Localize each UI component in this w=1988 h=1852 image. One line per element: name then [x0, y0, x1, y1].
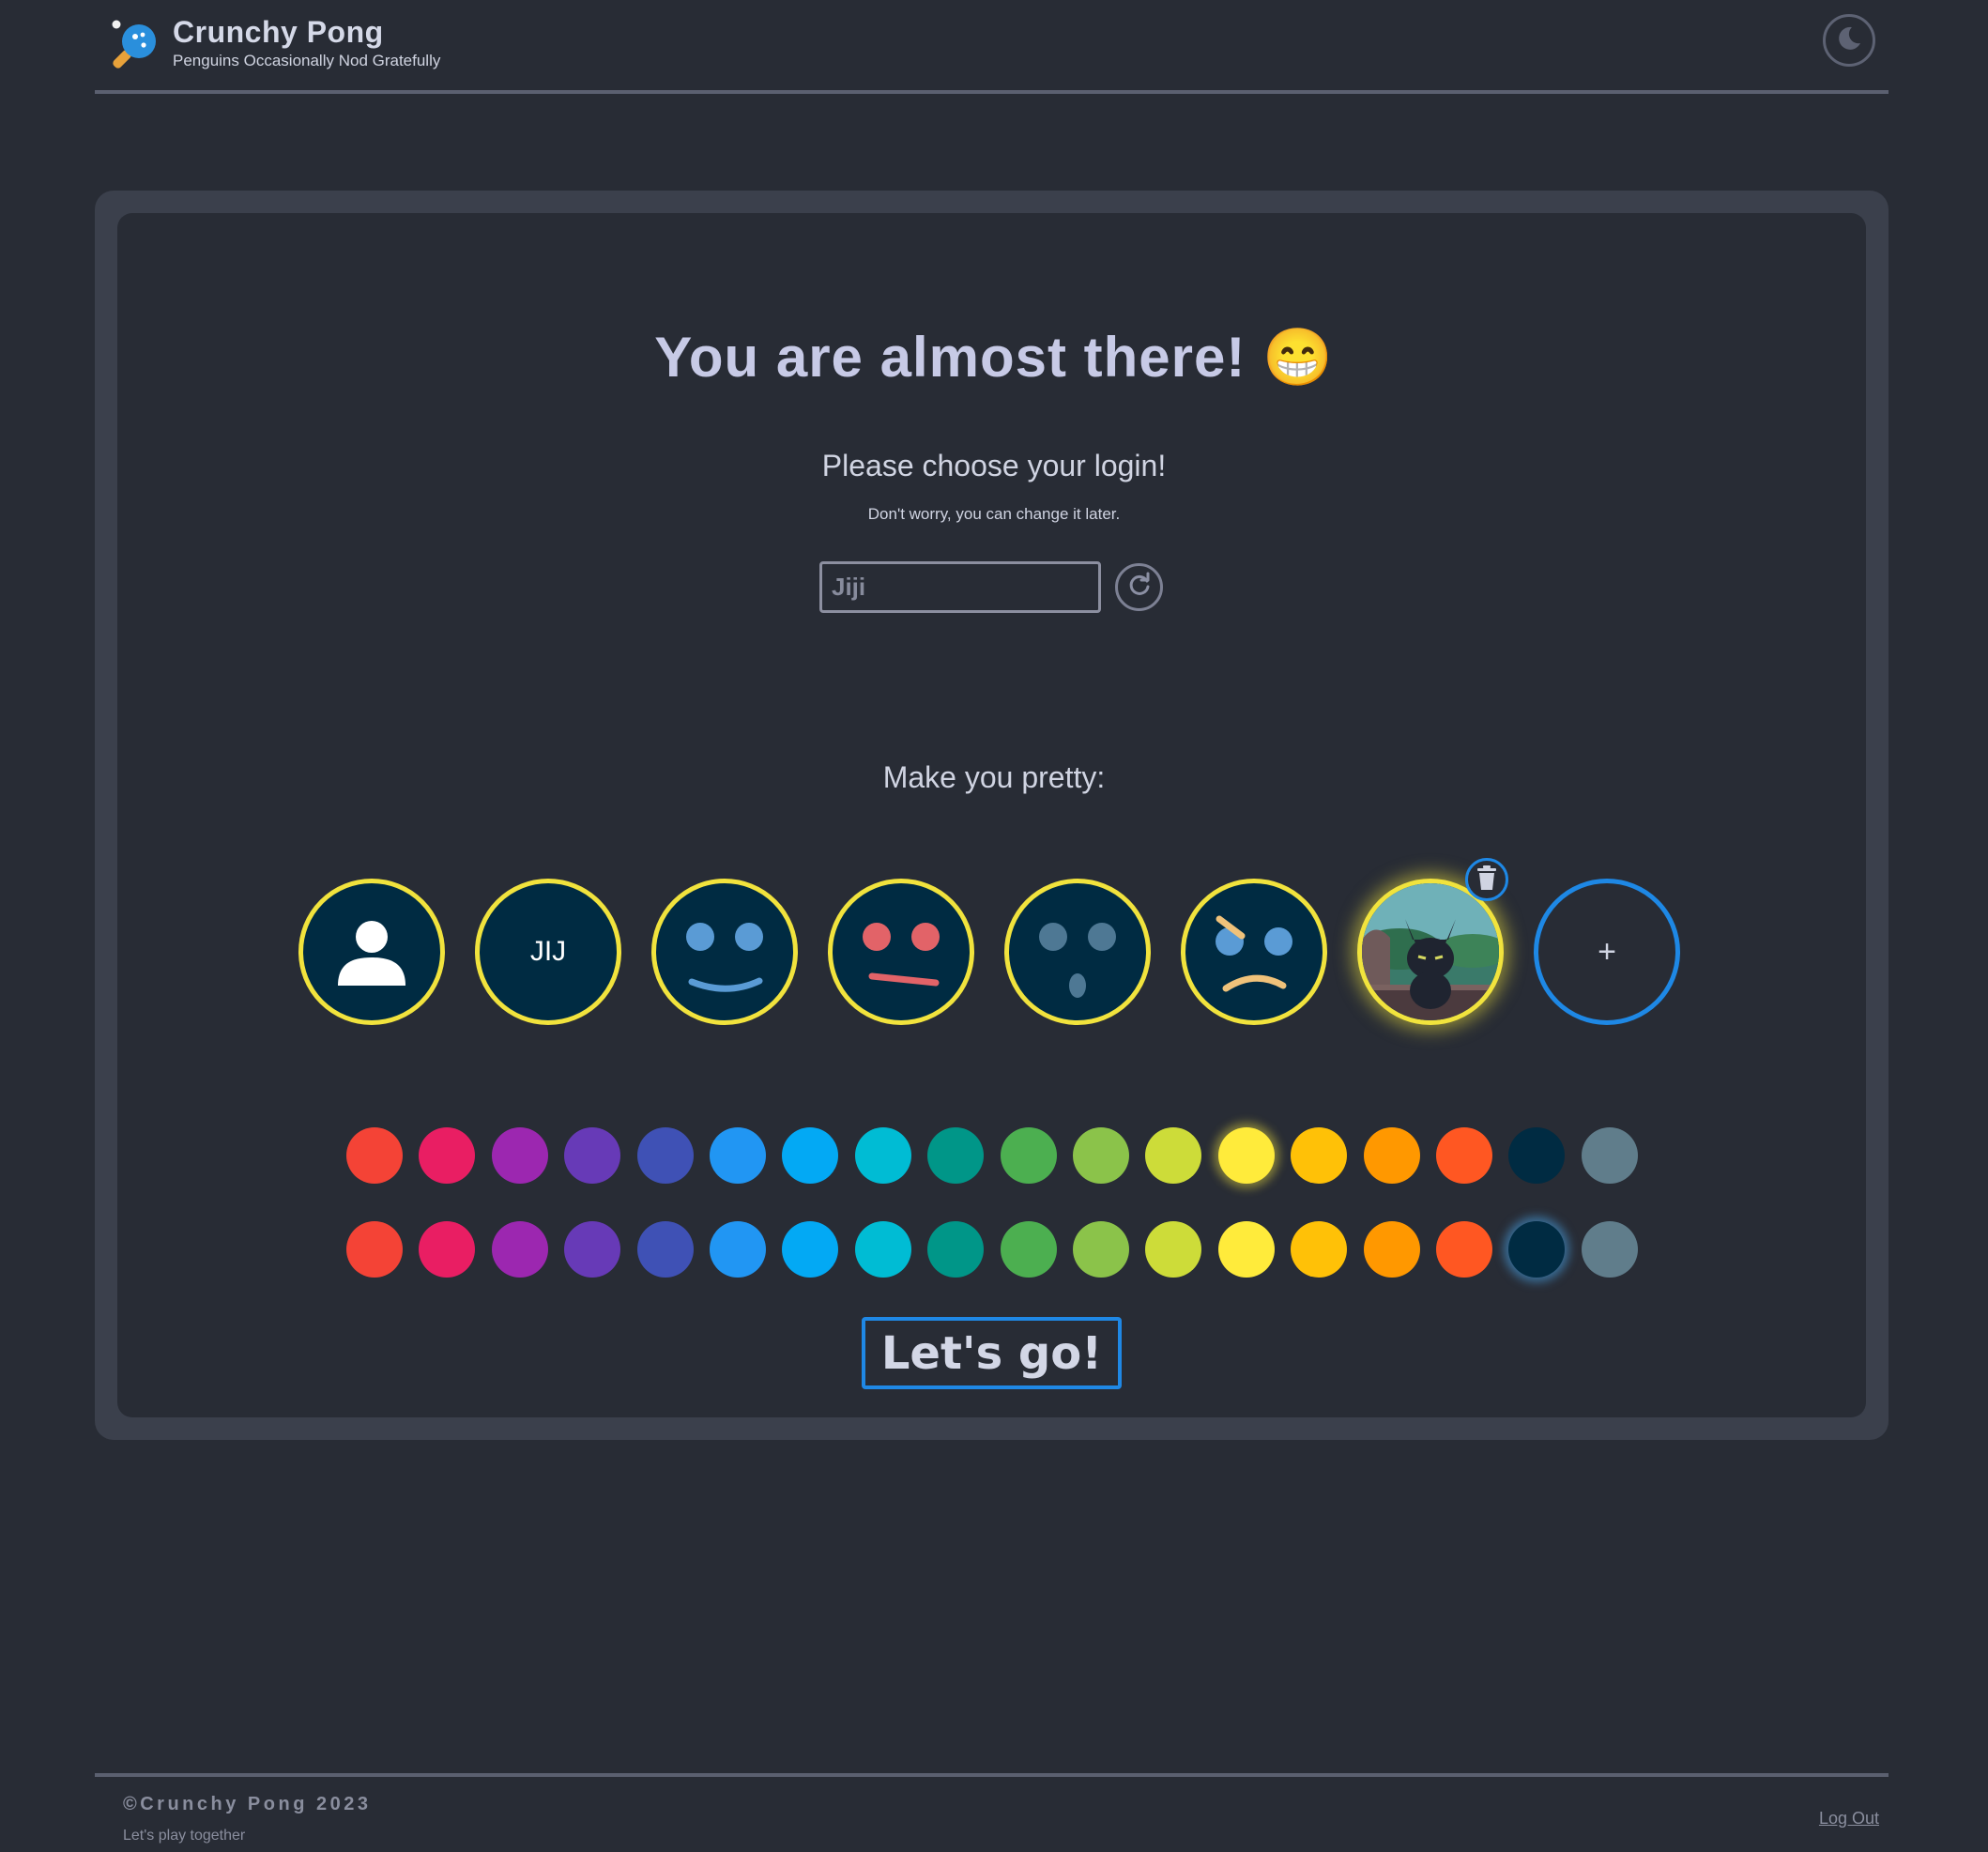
footer-copyright: ©Crunchy Pong 2023: [123, 1794, 372, 1814]
smile-face-icon: [656, 883, 793, 1020]
ping-pong-paddle-icon: [112, 19, 162, 69]
background-color-swatch[interactable]: [1145, 1221, 1202, 1278]
border-color-swatch[interactable]: [1073, 1127, 1129, 1184]
border-color-swatch[interactable]: [346, 1127, 403, 1184]
refresh-login-button[interactable]: [1115, 563, 1163, 611]
background-color-swatch[interactable]: [1291, 1221, 1348, 1278]
background-color-swatch[interactable]: [927, 1221, 985, 1278]
border-color-swatch[interactable]: [1217, 1127, 1275, 1184]
border-color-swatch[interactable]: [927, 1127, 985, 1184]
border-color-swatch[interactable]: [1000, 1127, 1057, 1184]
avatar-initials: JIJ: [529, 936, 567, 967]
login-prompt: Please choose your login!: [821, 449, 1167, 482]
avatar-option-default[interactable]: [298, 879, 445, 1025]
background-color-swatch[interactable]: [419, 1221, 476, 1278]
refresh-icon: [1125, 571, 1154, 604]
border-color-swatch[interactable]: [710, 1127, 766, 1184]
footer: ©Crunchy Pong 2023 Let's play together L…: [95, 1773, 1889, 1852]
cat-photo-icon: [1362, 883, 1499, 1020]
background-color-swatch[interactable]: [491, 1221, 548, 1278]
delete-avatar-button[interactable]: [1465, 858, 1508, 901]
avatar-section-title: Make you pretty:: [882, 760, 1106, 794]
background-color-swatch[interactable]: [1000, 1221, 1057, 1278]
logout-link[interactable]: Log Out: [1819, 1809, 1879, 1829]
border-color-swatch[interactable]: [1436, 1127, 1492, 1184]
background-color-swatch[interactable]: [782, 1221, 839, 1278]
border-color-swatch[interactable]: [564, 1127, 621, 1184]
border-color-swatch[interactable]: [1291, 1127, 1348, 1184]
border-color-swatch[interactable]: [1581, 1127, 1638, 1184]
border-color-swatch[interactable]: [491, 1127, 548, 1184]
avatar-option-neutral[interactable]: [828, 879, 974, 1025]
border-color-swatch[interactable]: [1363, 1127, 1420, 1184]
avatar-option-sad[interactable]: [1181, 879, 1327, 1025]
neutral-face-icon: [833, 883, 970, 1020]
background-color-swatch[interactable]: [1436, 1221, 1492, 1278]
footer-tagline: Let's play together: [123, 1828, 246, 1844]
border-color-swatch[interactable]: [1508, 1127, 1566, 1184]
background-color-swatch[interactable]: [636, 1221, 694, 1278]
background-color-swatch[interactable]: [1363, 1221, 1420, 1278]
brand-subtitle: Penguins Occasionally Nod Gratefully: [173, 52, 441, 69]
border-color-swatch[interactable]: [1145, 1127, 1202, 1184]
border-color-swatch[interactable]: [782, 1127, 839, 1184]
user-icon: [334, 914, 409, 989]
background-color-swatch[interactable]: [710, 1221, 766, 1278]
background-color-swatch[interactable]: [1217, 1221, 1275, 1278]
background-color-swatch[interactable]: [346, 1221, 403, 1278]
theme-toggle-button[interactable]: [1823, 14, 1875, 67]
sad-face-icon: [1185, 883, 1323, 1020]
login-input[interactable]: [819, 561, 1101, 613]
background-color-swatch[interactable]: [1073, 1221, 1129, 1278]
avatar-option-initials[interactable]: JIJ: [475, 879, 621, 1025]
login-hint: Don't worry, you can change it later.: [867, 505, 1121, 523]
background-color-swatch[interactable]: [1508, 1221, 1566, 1278]
surprised-face-icon: [1009, 883, 1146, 1020]
moon-icon: [1833, 23, 1865, 59]
avatar-option-smile[interactable]: [651, 879, 798, 1025]
page-title: You are almost there! 😁: [654, 326, 1334, 389]
border-color-swatch[interactable]: [636, 1127, 694, 1184]
avatar-option-surprised[interactable]: [1004, 879, 1151, 1025]
plus-icon: +: [1598, 933, 1616, 970]
background-color-swatch[interactable]: [564, 1221, 621, 1278]
add-avatar-button[interactable]: +: [1534, 879, 1680, 1025]
background-color-swatch[interactable]: [854, 1221, 911, 1278]
background-color-swatch[interactable]: [1581, 1221, 1638, 1278]
submit-button[interactable]: Let's go!: [862, 1317, 1122, 1389]
border-color-swatch[interactable]: [854, 1127, 911, 1184]
trash-icon: [1475, 865, 1499, 895]
brand-title: Crunchy Pong: [173, 15, 384, 49]
header: Crunchy Pong Penguins Occasionally Nod G…: [95, 0, 1889, 94]
border-color-swatch[interactable]: [419, 1127, 476, 1184]
